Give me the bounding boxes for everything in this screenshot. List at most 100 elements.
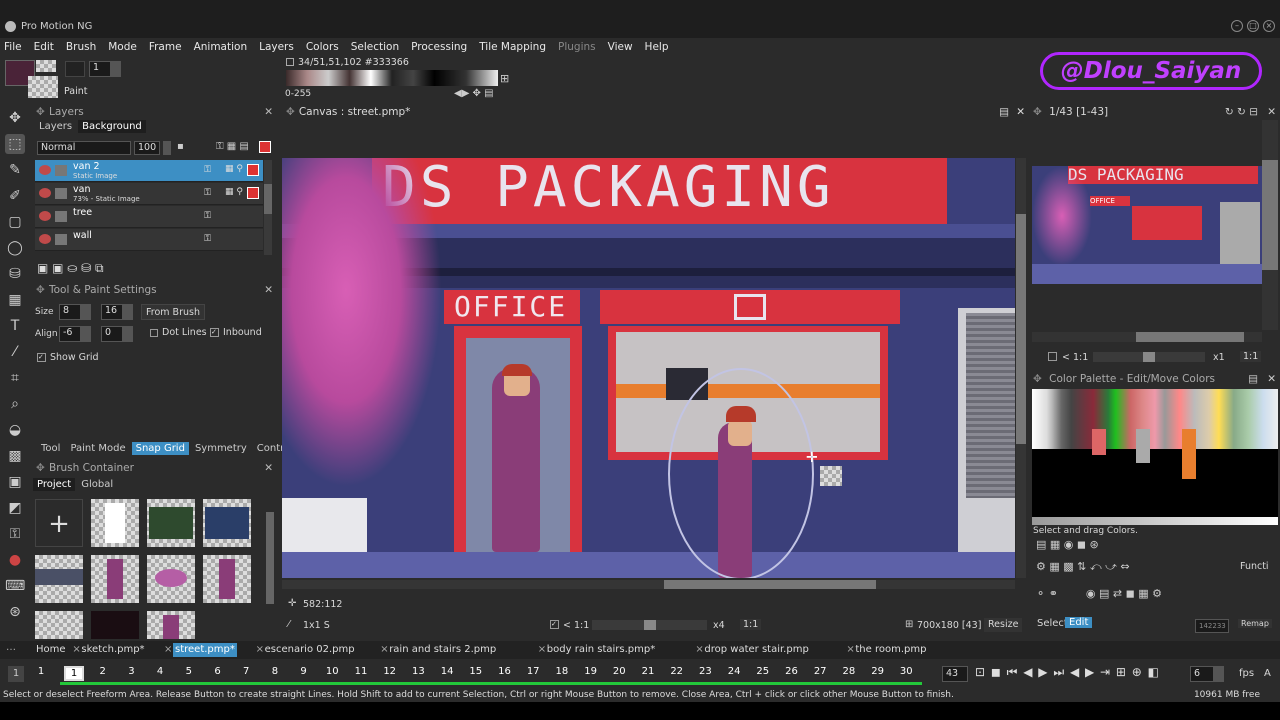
maximize-button[interactable]: □	[1247, 20, 1259, 32]
align-y-spinner[interactable]	[123, 326, 133, 342]
close-icon[interactable]: ✕	[264, 460, 273, 476]
close-icon[interactable]: ✕	[264, 282, 273, 298]
frame-cell[interactable]: 3	[121, 666, 141, 677]
color-info-checkbox[interactable]	[286, 58, 294, 66]
brush-thumbnail[interactable]	[35, 555, 83, 603]
file-tab[interactable]: drop water stair.pmp	[704, 643, 808, 657]
brush-container-scrollbar[interactable]	[266, 512, 274, 604]
palette-tools-row3[interactable]: ⚬ ⚭ ◉ ▤ ⇄ ◼ ▦ ⚙	[1036, 587, 1162, 600]
frame-cell[interactable]: 20	[609, 666, 629, 677]
layer-row[interactable]: van 2 Static Image ⚿ ▦ ⚲	[35, 160, 263, 182]
canvas-horizontal-scrollbar[interactable]	[282, 580, 1015, 589]
lock-icon[interactable]: ⚿	[204, 165, 211, 175]
frame-cell[interactable]: 1	[64, 666, 84, 681]
tab-paint-mode[interactable]: Paint Mode	[66, 442, 129, 455]
frame-cell[interactable]: 6	[208, 666, 228, 677]
tab-global[interactable]: Global	[77, 478, 117, 491]
close-tab-icon[interactable]: ×	[72, 643, 80, 657]
transform-tool-icon[interactable]: ◩	[5, 498, 25, 518]
frame-cell[interactable]: 14	[437, 666, 457, 677]
gradient-strip[interactable]	[286, 70, 498, 86]
size-height-spinner[interactable]	[123, 304, 133, 320]
frame-cell[interactable]: 11	[351, 666, 371, 677]
preview-zoom-checkbox[interactable]	[1048, 352, 1057, 361]
menu-colors[interactable]: Colors	[306, 38, 339, 56]
frame-cell[interactable]: 9	[294, 666, 314, 677]
close-button[interactable]: ×	[1263, 20, 1275, 32]
brush-thumbnail[interactable]	[147, 611, 195, 639]
fill-tool-icon[interactable]: ⛁	[5, 264, 25, 284]
palette-tools-row1[interactable]: ▤ ▦ ◉ ◼ ⊛	[1036, 538, 1099, 551]
add-brush-button[interactable]: +	[35, 499, 83, 547]
frame-cell[interactable]: 19	[581, 666, 601, 677]
file-tab[interactable]: Home	[36, 643, 66, 657]
close-tab-icon[interactable]: ×	[256, 643, 264, 657]
frame-cell[interactable]: 16	[495, 666, 515, 677]
close-tab-icon[interactable]: ×	[846, 643, 854, 657]
keyboard-tool-icon[interactable]: ⌨	[5, 576, 25, 596]
layer-flags-icon[interactable]: ▦ ⚲	[225, 187, 243, 197]
visibility-eye-icon[interactable]	[39, 165, 51, 175]
tab-project[interactable]: Project	[33, 478, 76, 491]
align-y-field[interactable]: 0	[101, 326, 123, 342]
brush-size-spinner[interactable]	[111, 61, 121, 77]
size-height-field[interactable]: 16	[101, 304, 123, 320]
fps-field[interactable]: 6	[1190, 666, 1214, 682]
size-width-field[interactable]: 8	[59, 304, 81, 320]
frame-cell[interactable]: 21	[638, 666, 658, 677]
file-tab[interactable]: the room.pmp	[855, 643, 926, 657]
menu-edit[interactable]: Edit	[34, 38, 54, 56]
blend-mode-select[interactable]: Normal	[37, 141, 131, 155]
canvas-zoom-slider[interactable]	[592, 620, 707, 630]
pen-tool-icon[interactable]: ✐	[5, 186, 25, 206]
gradient-controls-icon[interactable]: ◀▶ ✥ ▤	[454, 88, 494, 99]
preview-thumbnail[interactable]: DS PACKAGING OFFICE	[1032, 166, 1262, 284]
grid-tool-icon[interactable]: ▩	[5, 446, 25, 466]
brush-thumbnail[interactable]	[91, 555, 139, 603]
frame-cell[interactable]: 28	[839, 666, 859, 677]
paint-bucket-tool-icon[interactable]: ⊛	[5, 602, 25, 622]
opacity-spinner[interactable]	[163, 141, 171, 155]
menu-layers[interactable]: Layers	[259, 38, 294, 56]
transparency-swatch[interactable]	[28, 76, 58, 98]
brush-thumbnail[interactable]	[91, 611, 139, 639]
brush-size-field[interactable]: 1	[89, 61, 111, 77]
brush-tool-icon[interactable]: ⁄	[5, 342, 25, 362]
layers-scrollbar[interactable]	[264, 160, 272, 255]
align-x-field[interactable]: -6	[59, 326, 81, 342]
brush-thumbnail[interactable]	[147, 555, 195, 603]
frame-cell[interactable]: 24	[724, 666, 744, 677]
gradient-tool-icon[interactable]: ◒	[5, 420, 25, 440]
frame-cell[interactable]: 8	[265, 666, 285, 677]
preview-zoom-slider[interactable]	[1093, 352, 1205, 362]
brush-thumbnail[interactable]	[203, 499, 251, 547]
move-tool-icon[interactable]: ✥	[5, 108, 25, 128]
layer-color-icon[interactable]	[247, 164, 259, 176]
layer-color-icon[interactable]	[259, 141, 271, 153]
brush-preview[interactable]	[65, 61, 85, 77]
frame-cell[interactable]: 17	[523, 666, 543, 677]
preview-controls-icons[interactable]: ↻ ↻ ⊟	[1225, 104, 1258, 120]
menu-mode[interactable]: Mode	[108, 38, 137, 56]
file-tab[interactable]: street.pmp*	[173, 643, 237, 657]
tab-background[interactable]: Background	[78, 120, 146, 133]
color-palette-grid[interactable]	[1032, 389, 1278, 525]
visibility-eye-icon[interactable]	[39, 188, 51, 198]
lock-icon[interactable]: ⚿	[204, 234, 211, 244]
close-tab-icon[interactable]: ×	[164, 643, 172, 657]
preview-one-to-one-button[interactable]: 1:1	[1240, 351, 1262, 362]
tab-snap-grid[interactable]: Snap Grid	[131, 442, 189, 455]
gradient-settings-icon[interactable]: ⊞	[500, 72, 509, 85]
opacity-field[interactable]: 100	[134, 141, 160, 155]
layer-actions-icons[interactable]: ▣ ▣ ⛀ ⛁ ⧉	[37, 261, 104, 276]
layer-row[interactable]: wall ⚿	[35, 229, 263, 251]
file-tab[interactable]: sketch.pmp*	[81, 643, 144, 657]
close-tab-icon[interactable]: ×	[380, 643, 388, 657]
size-width-spinner[interactable]	[81, 304, 91, 320]
frame-cell[interactable]: 18	[552, 666, 572, 677]
frame-cell[interactable]: 22	[667, 666, 687, 677]
menu-tile-mapping[interactable]: Tile Mapping	[479, 38, 546, 56]
brush-thumbnail[interactable]	[35, 611, 83, 639]
minimize-button[interactable]: –	[1231, 20, 1243, 32]
visibility-eye-icon[interactable]	[39, 234, 51, 244]
